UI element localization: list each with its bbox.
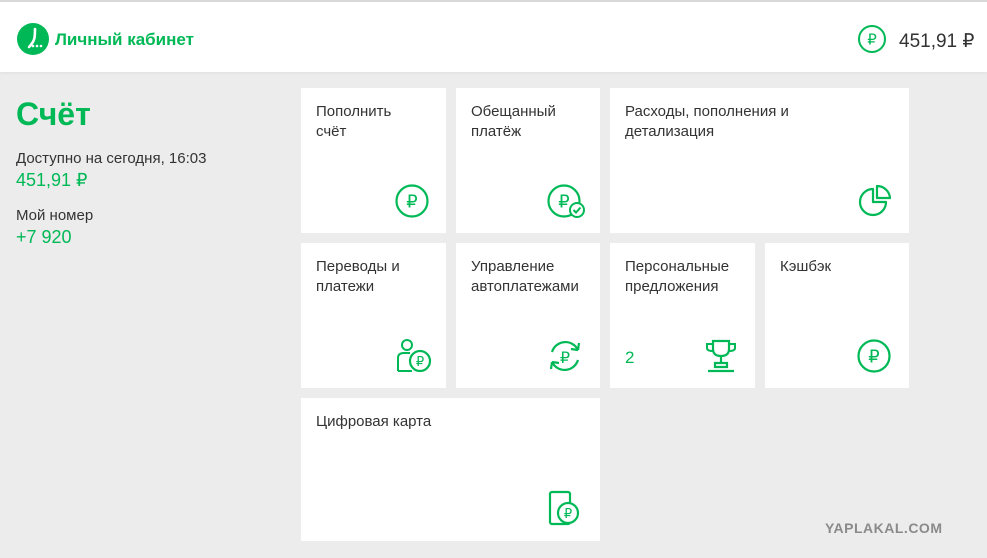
pie-chart-icon (858, 184, 892, 217)
top-bar: Личный кабинет ₽ 451,91 ₽ (0, 0, 987, 72)
brand-title[interactable]: Личный кабинет (55, 30, 194, 50)
tile-top-up[interactable]: Пополнить счёт ₽ (301, 88, 446, 233)
svg-text:₽: ₽ (406, 192, 417, 213)
header-balance[interactable]: 451,91 ₽ (899, 30, 974, 53)
trophy-icon (706, 339, 736, 373)
number-value: +7 920 (16, 227, 72, 247)
page-title: Счёт (16, 96, 91, 132)
ruble-circle-icon: ₽ (857, 339, 891, 373)
tile-expenses-details[interactable]: Расходы, пополнения и детализация (610, 88, 909, 233)
ruble-circle-icon: ₽ (858, 25, 886, 53)
tile-label: Цифровая карта (316, 413, 432, 430)
available-value: 451,91 ₽ (16, 170, 88, 190)
tile-label: Пополнить счёт (316, 103, 392, 140)
account-panel: Счёт Доступно на сегодня, 16:03 451,91 ₽… (16, 96, 206, 248)
tile-label: Кэшбэк (780, 258, 832, 275)
tile-transfers-payments[interactable]: Переводы и платежи ₽ (301, 243, 446, 388)
offers-count: 2 (625, 348, 635, 367)
person-ruble-icon: ₽ (397, 339, 432, 373)
ruble-circle-icon: ₽ (395, 184, 429, 218)
svg-text:₽: ₽ (564, 507, 572, 522)
tile-cashback[interactable]: Кэшбэк ₽ (765, 243, 909, 388)
tile-personal-offers[interactable]: Персональные предложения 2 (610, 243, 755, 388)
megafon-logo-icon[interactable] (17, 23, 49, 55)
tile-label: Обещанный платёж (471, 103, 556, 140)
svg-text:₽: ₽ (416, 355, 424, 370)
watermark: YAPLAKAL.COM (825, 520, 943, 536)
tile-label: Переводы и платежи (316, 258, 400, 295)
svg-text:₽: ₽ (867, 31, 877, 49)
svg-text:₽: ₽ (868, 347, 879, 368)
tile-label: Персональные предложения (625, 258, 730, 295)
available-label: Доступно на сегодня, 16:03 (16, 150, 207, 167)
card-ruble-icon: ₽ (548, 490, 580, 526)
tile-label: Расходы, пополнения и детализация (625, 103, 789, 140)
svg-text:₽: ₽ (558, 192, 569, 213)
number-label: Мой номер (16, 207, 94, 224)
svg-text:₽: ₽ (560, 348, 570, 367)
autopay-icon: ₽ (549, 340, 581, 372)
tile-autopay-management[interactable]: Управление автоплатежами ₽ (456, 243, 600, 388)
tile-promised-payment[interactable]: Обещанный платёж ₽ (456, 88, 600, 233)
tile-digital-card[interactable]: Цифровая карта ₽ (301, 398, 600, 541)
ruble-check-icon: ₽ (547, 184, 585, 218)
tile-label: Управление автоплатежами (471, 258, 579, 295)
